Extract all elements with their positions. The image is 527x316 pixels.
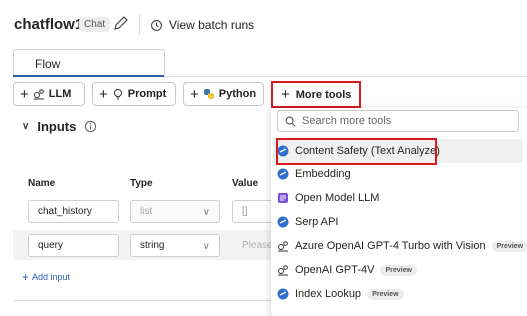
input-type-select[interactable]: string ∨ [130, 234, 220, 257]
view-batch-runs-label: View batch runs [169, 18, 255, 32]
openai-icon [278, 265, 288, 276]
input-value-placeholder[interactable]: Please [242, 240, 273, 251]
search-placeholder: Search more tools [302, 115, 392, 127]
tool-item-serp-api[interactable]: Serp API [277, 211, 338, 233]
column-header-name: Name [28, 178, 56, 189]
tool-item-index-lookup[interactable]: Index Lookup Preview [277, 283, 404, 305]
model-icon [278, 193, 288, 203]
tool-item-openai-gpt4v[interactable]: OpenAI GPT-4V Preview [277, 259, 417, 281]
tab-flow-indicator [13, 75, 164, 77]
view-batch-runs-button[interactable]: View batch runs [150, 16, 254, 34]
plus-icon: + [22, 270, 30, 284]
tool-item-label: Embedding [295, 168, 351, 180]
column-header-type: Type [130, 178, 153, 189]
input-type-value: list [140, 206, 153, 217]
tool-item-label: Open Model LLM [295, 192, 380, 204]
flow-title: chatflow1 [14, 16, 84, 33]
column-header-value: Value [232, 178, 259, 189]
more-tools-label: More tools [295, 88, 352, 101]
plus-icon: + [281, 86, 290, 103]
tool-item-label: Serp API [295, 216, 339, 228]
inputs-section-header[interactable]: ∨ Inputs [22, 119, 97, 134]
tool-item-azure-openai-gpt4-vision[interactable]: Azure OpenAI GPT-4 Turbo with Vision Pre… [277, 235, 527, 257]
llm-label: LLM [48, 88, 72, 100]
add-input-label: Add input [32, 272, 71, 282]
add-python-button[interactable]: + Python [183, 82, 264, 106]
info-icon[interactable] [84, 120, 97, 133]
chat-badge: Chat [79, 17, 111, 32]
history-icon [151, 19, 162, 31]
tool-item-label: Azure OpenAI GPT-4 Turbo with Vision [295, 240, 486, 252]
python-icon [203, 89, 214, 99]
content-safety-highlight-box [276, 138, 437, 165]
input-name-field[interactable]: chat_history [28, 200, 119, 223]
azure-icon [277, 168, 289, 180]
plus-icon: + [99, 85, 108, 103]
search-icon [285, 116, 296, 126]
add-llm-button[interactable]: + LLM [13, 82, 85, 106]
tool-item-label: OpenAI GPT-4V [295, 264, 375, 276]
search-tools-input[interactable]: Search more tools [277, 110, 519, 132]
preview-badge: Preview [491, 240, 527, 252]
edit-icon[interactable] [112, 14, 130, 32]
preview-badge: Preview [380, 264, 417, 276]
azure-icon [277, 288, 289, 300]
input-name-field[interactable]: query [28, 234, 119, 257]
plus-icon: + [190, 85, 199, 103]
preview-badge: Preview [367, 288, 404, 300]
prompt-label: Prompt [127, 88, 167, 100]
llm-icon [33, 89, 44, 100]
azure-icon [277, 216, 289, 228]
inputs-title: Inputs [37, 119, 77, 134]
input-type-select: list ∨ [130, 200, 220, 223]
tool-item-embedding[interactable]: Embedding [277, 163, 351, 185]
plus-icon: + [20, 85, 29, 103]
chevron-down-icon: ∨ [202, 241, 210, 252]
header-divider [139, 15, 140, 35]
python-label: Python [218, 88, 257, 100]
add-input-button[interactable]: + Add input [22, 270, 70, 284]
tool-item-open-model-llm[interactable]: Open Model LLM [277, 187, 379, 209]
chevron-down-icon: ∨ [202, 207, 210, 218]
input-type-value: string [140, 240, 165, 251]
tab-flow[interactable]: Flow [13, 49, 165, 76]
tool-item-label: Index Lookup [295, 288, 362, 300]
openai-icon [278, 241, 288, 252]
section-divider [13, 300, 273, 301]
more-tools-button[interactable]: + More tools [271, 81, 361, 108]
lightbulb-icon [113, 89, 122, 100]
tab-flow-label: Flow [35, 57, 61, 71]
chevron-down-icon: ∨ [22, 121, 30, 132]
input-value-field[interactable]: [] [232, 200, 273, 223]
add-prompt-button[interactable]: + Prompt [92, 82, 176, 106]
